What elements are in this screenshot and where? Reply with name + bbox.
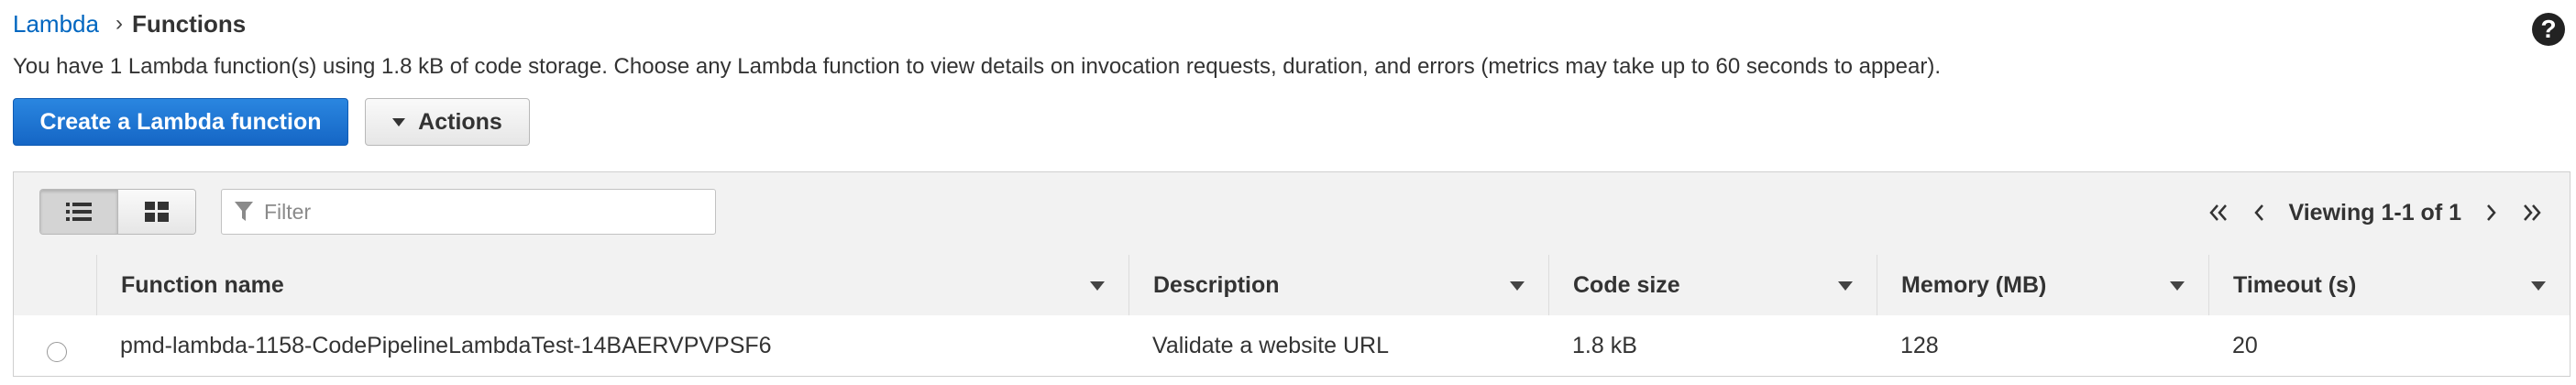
- cell-memory: 128: [1900, 332, 1939, 358]
- column-label: Function name: [121, 271, 284, 298]
- column-label: Timeout (s): [2233, 271, 2357, 298]
- column-label: Memory (MB): [1901, 271, 2047, 298]
- help-icon[interactable]: ?: [2532, 13, 2565, 46]
- viewing-range-label: Viewing 1-1 of 1: [2288, 199, 2461, 226]
- breadcrumb-separator-icon: ›: [115, 11, 123, 36]
- list-view-icon: [66, 203, 92, 221]
- grid-view-icon: [145, 202, 169, 222]
- table-toolbar: Viewing 1-1 of 1: [14, 172, 2570, 256]
- previous-page-icon[interactable]: [2252, 203, 2265, 223]
- column-header-memory[interactable]: Memory (MB): [1877, 255, 2208, 315]
- column-header-code-size[interactable]: Code size: [1548, 255, 1877, 315]
- sort-caret-icon: [1510, 281, 1525, 291]
- view-toggle: [39, 189, 196, 235]
- column-header-description[interactable]: Description: [1128, 255, 1548, 315]
- actions-label: Actions: [418, 108, 502, 135]
- last-page-icon[interactable]: [2522, 203, 2542, 223]
- table-header: Function name Description Code size Memo…: [14, 255, 2570, 316]
- list-view-button[interactable]: [40, 190, 117, 234]
- sort-caret-icon: [2531, 281, 2546, 291]
- column-label: Code size: [1573, 271, 1680, 298]
- filter-field: [221, 189, 716, 235]
- next-page-icon[interactable]: [2485, 203, 2498, 223]
- sort-caret-icon: [2170, 281, 2185, 291]
- breadcrumb: Lambda › Functions: [13, 7, 246, 40]
- create-lambda-function-label: Create a Lambda function: [39, 108, 322, 135]
- cell-code-size: 1.8 kB: [1572, 332, 1637, 358]
- row-select-radio[interactable]: [47, 342, 67, 362]
- cell-function-name[interactable]: pmd-lambda-1158-CodePipelineLambdaTest-1…: [96, 315, 772, 376]
- pagination: Viewing 1-1 of 1: [2208, 194, 2542, 231]
- funnel-icon: [235, 202, 253, 221]
- grid-view-button[interactable]: [117, 190, 195, 234]
- create-lambda-function-button[interactable]: Create a Lambda function: [13, 98, 348, 146]
- first-page-icon[interactable]: [2208, 203, 2229, 223]
- caret-down-icon: [392, 117, 406, 126]
- filter-input[interactable]: [262, 198, 697, 226]
- sort-caret-icon: [1090, 281, 1105, 291]
- column-header-function-name[interactable]: Function name: [96, 255, 1128, 315]
- breadcrumb-current: Functions: [131, 10, 247, 38]
- cell-description: Validate a website URL: [1152, 332, 1390, 358]
- cell-timeout: 20: [2232, 332, 2258, 358]
- lambda-functions-page: Lambda › Functions ? You have 1 Lambda f…: [0, 0, 2576, 385]
- functions-table-panel: Viewing 1-1 of 1 Function name Descripti…: [13, 171, 2570, 377]
- table-row[interactable]: pmd-lambda-1158-CodePipelineLambdaTest-1…: [14, 315, 2570, 376]
- sort-caret-icon: [1838, 281, 1853, 291]
- column-label: Description: [1153, 271, 1280, 298]
- actions-dropdown-button[interactable]: Actions: [365, 98, 530, 146]
- column-header-timeout[interactable]: Timeout (s): [2208, 255, 2570, 315]
- functions-summary: You have 1 Lambda function(s) using 1.8 …: [13, 54, 1941, 79]
- breadcrumb-lambda-link[interactable]: Lambda: [13, 7, 99, 40]
